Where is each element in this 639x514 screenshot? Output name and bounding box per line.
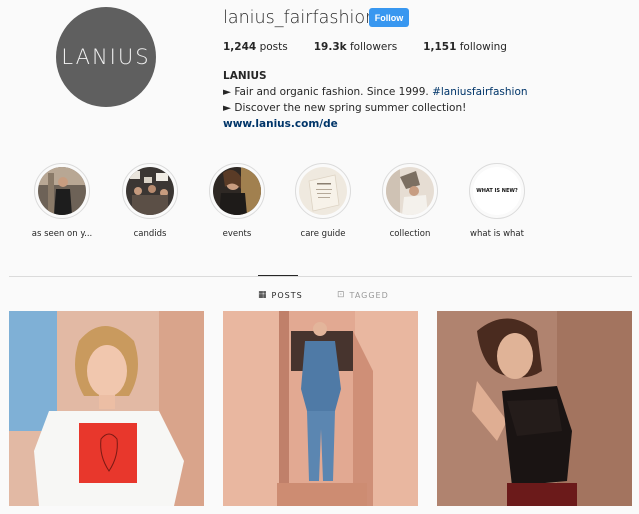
tabs-divider [9,276,632,277]
highlight-cover-text: WHAT IS NEW? [473,167,521,215]
highlight-ring: WHAT IS NEW? [469,163,525,219]
highlight-care-guide[interactable]: care guide [283,163,363,239]
highlight-ring [122,163,178,219]
posts-count: 1,244 [223,41,257,53]
highlight-ring [295,163,351,219]
follow-button[interactable]: Follow [369,8,409,27]
post-image-denim-jumpsuit [223,311,418,506]
highlight-ring [209,163,265,219]
post-thumbnail[interactable] [9,311,204,506]
active-tab-indicator [258,275,298,276]
bio-line-1: ► Fair and organic fashion. Since 1999. … [223,84,528,100]
followers-count: 19.3k [313,41,347,53]
following-label: following [459,41,507,53]
profile-bio: LANIUS ► Fair and organic fashion. Since… [223,68,528,132]
profile-username: lanius_fairfashion [223,8,377,28]
highlight-as-seen-on[interactable]: as seen on y... [22,163,102,239]
highlight-cover-image [386,167,434,215]
highlight-cover-image [213,167,261,215]
highlight-ring [34,163,90,219]
bio-name: LANIUS [223,70,267,82]
tagged-icon: ⊡ [337,290,346,300]
highlight-cover-image [299,167,347,215]
profile-stats: 1,244 posts 19.3k followers 1,151 follow… [223,41,533,53]
profile-avatar[interactable]: LANIUS [56,7,156,107]
highlight-label: as seen on y... [31,229,93,239]
bio-line-2: ► Discover the new spring summer collect… [223,102,467,114]
posts-stat: 1,244 posts [223,41,288,53]
highlight-cover-image [38,167,86,215]
followers-stat[interactable]: 19.3k followers [314,41,397,53]
tab-tagged[interactable]: ⊡ TAGGED [337,290,389,300]
post-thumbnail[interactable] [223,311,418,506]
followers-label: followers [349,41,398,53]
highlight-cover-image [126,167,174,215]
post-image-black-lace-top [437,311,632,506]
highlight-label: candids [133,229,167,239]
tab-tagged-label: TAGGED [349,290,389,300]
highlight-label: what is what [470,229,524,239]
following-stat[interactable]: 1,151 following [423,41,507,53]
highlight-label: events [222,229,252,239]
highlight-collection[interactable]: collection [370,163,450,239]
highlight-candids[interactable]: candids [110,163,190,239]
bio-website-link[interactable]: www.lanius.com/de [223,118,338,130]
bio-hashtag-link[interactable]: #laniusfairfashion [432,86,527,98]
tab-posts[interactable]: ▦ POSTS [258,290,303,300]
following-count: 1,151 [423,41,457,53]
highlight-ring [382,163,438,219]
posts-label: posts [259,41,288,53]
post-image-white-tee [9,311,204,506]
highlight-what-is-what[interactable]: WHAT IS NEW? what is what [457,163,537,239]
avatar-logo-text: LANIUS [61,45,151,69]
grid-icon: ▦ [258,290,268,300]
tab-posts-label: POSTS [271,290,303,300]
post-thumbnail[interactable] [437,311,632,506]
highlight-events[interactable]: events [197,163,277,239]
highlight-label: care guide [300,229,346,239]
highlight-label: collection [389,229,431,239]
bio-line-1-text: ► Fair and organic fashion. Since 1999. [223,86,433,98]
